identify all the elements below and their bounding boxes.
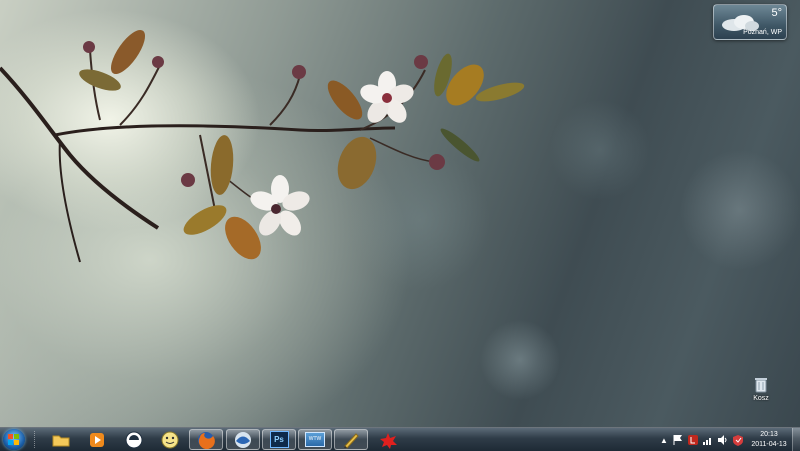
recycle-bin-icon bbox=[755, 378, 767, 393]
taskbar-firefox[interactable] bbox=[189, 429, 223, 450]
cherry-blossom-branch-wallpaper bbox=[0, 29, 525, 263]
clock-date: 2011-04-13 bbox=[751, 441, 787, 448]
window-icon: WTW bbox=[305, 432, 325, 447]
chat-bubble-icon bbox=[125, 431, 143, 448]
taskbar-explorer[interactable] bbox=[44, 429, 78, 450]
photoshop-icon: Ps bbox=[269, 431, 289, 448]
windows-logo-icon bbox=[8, 434, 19, 445]
taskbar-tool[interactable] bbox=[334, 429, 368, 450]
volume-icon[interactable] bbox=[717, 435, 728, 445]
brush-icon bbox=[344, 432, 359, 449]
red-splat-icon bbox=[380, 432, 397, 449]
antivirus-icon[interactable] bbox=[687, 435, 698, 445]
desktop-wallpaper: 5° Poznań, WP Kosz bbox=[0, 0, 800, 427]
taskbar-media-player[interactable] bbox=[80, 429, 114, 450]
system-tray: ▲ bbox=[660, 433, 743, 447]
taskbar-gadu[interactable] bbox=[153, 429, 187, 450]
network-icon[interactable] bbox=[702, 435, 713, 445]
recycle-bin-label: Kosz bbox=[753, 395, 769, 402]
weather-gadget[interactable]: 5° Poznań, WP bbox=[713, 4, 787, 40]
taskbar-photoshop[interactable]: Ps bbox=[262, 429, 296, 450]
weather-temperature: 5° bbox=[771, 7, 782, 19]
media-player-icon bbox=[90, 432, 104, 447]
taskbar-grip bbox=[34, 431, 37, 448]
show-desktop-button[interactable] bbox=[792, 428, 800, 451]
desktop-icon-recycle-bin[interactable]: Kosz bbox=[748, 377, 774, 402]
weather-location: Poznań, WP bbox=[743, 29, 782, 36]
show-hidden-icon[interactable]: ▲ bbox=[660, 436, 668, 445]
taskbar: Ps WTW ▲ 20:13 2011-04-13 bbox=[0, 427, 800, 451]
start-button[interactable] bbox=[3, 429, 25, 450]
folder-icon bbox=[52, 435, 70, 446]
taskbar-chat-app[interactable] bbox=[117, 429, 151, 450]
taskbar-thunderbird[interactable] bbox=[226, 429, 260, 450]
taskbar-wtw[interactable]: WTW bbox=[298, 429, 332, 450]
thunderbird-icon bbox=[235, 431, 251, 448]
security-icon[interactable] bbox=[732, 434, 743, 446]
clock-time: 20:13 bbox=[760, 431, 778, 438]
smiley-icon bbox=[161, 431, 179, 448]
taskbar-splat[interactable] bbox=[371, 429, 405, 450]
flag-icon[interactable] bbox=[673, 435, 683, 445]
firefox-icon bbox=[198, 431, 215, 449]
taskbar-clock[interactable]: 20:13 2011-04-13 bbox=[748, 430, 790, 450]
